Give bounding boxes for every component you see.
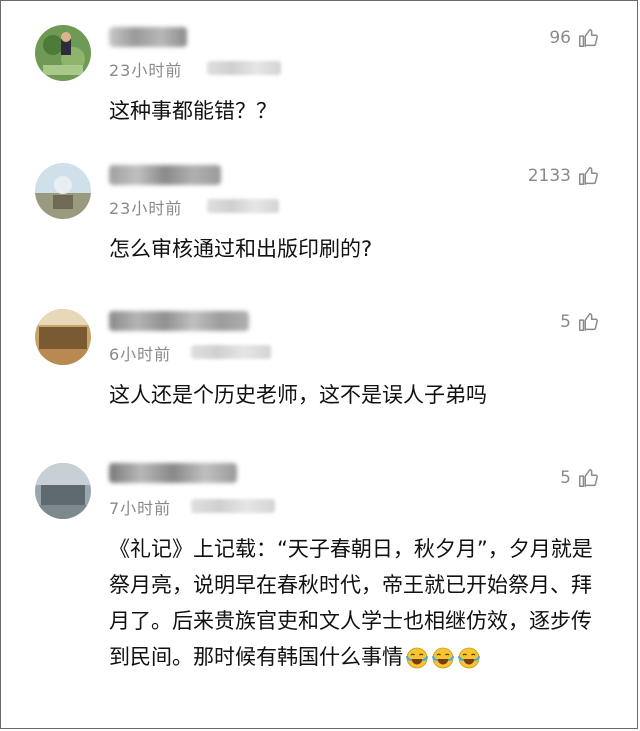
comment-text: 怎么审核通过和出版印刷的?: [109, 237, 373, 261]
comment-time: 23小时前: [109, 61, 183, 80]
username[interactable]: [109, 165, 221, 185]
avatar[interactable]: [35, 309, 91, 365]
like-button[interactable]: 96: [549, 27, 599, 49]
like-count: 2133: [527, 166, 571, 186]
like-count: 96: [549, 28, 571, 48]
comment-time: 6小时前: [109, 345, 172, 364]
like-count: 5: [560, 468, 571, 488]
location: [207, 199, 279, 213]
laughing-crying-emoji-icon: [406, 647, 428, 669]
comment-text-body: 《礼记》上记载：“天子春朝日，秋夕月”，夕月就是祭月亮，说明早在春秋时代，帝王就…: [109, 537, 593, 669]
username[interactable]: [109, 27, 187, 47]
username[interactable]: [109, 463, 237, 483]
laughing-crying-emoji-icon: [432, 647, 454, 669]
comment-time: 7小时前: [109, 499, 172, 518]
emoji-row: [405, 646, 481, 670]
avatar-image-icon: [35, 309, 91, 365]
avatar[interactable]: [35, 163, 91, 219]
comment-text: 《礼记》上记载：“天子春朝日，秋夕月”，夕月就是祭月亮，说明早在春秋时代，帝王就…: [109, 531, 599, 675]
comment-text: 这人还是个历史老师，这不是误人子弟吗: [109, 383, 487, 407]
location: [191, 345, 271, 359]
comment-time: 23小时前: [109, 199, 183, 218]
avatar-image-icon: [35, 163, 91, 219]
thumbs-up-icon: [579, 313, 598, 331]
comment-text: 这种事都能错？？: [109, 99, 277, 123]
username[interactable]: [109, 311, 249, 331]
thumbs-up-icon: [579, 167, 598, 185]
like-button[interactable]: 5: [560, 467, 599, 489]
thumbs-up-icon: [579, 29, 598, 47]
thumbs-up-icon: [579, 469, 598, 487]
comment-list: 23小时前 96 这种事都能错？？ 23小时前 2133 怎么审核通过和出版印刷…: [0, 0, 638, 729]
location: [191, 499, 275, 513]
avatar[interactable]: [35, 463, 91, 519]
like-count: 5: [560, 312, 571, 332]
like-button[interactable]: 5: [560, 311, 599, 333]
avatar-image-icon: [35, 463, 91, 519]
avatar-image-icon: [35, 25, 91, 81]
avatar[interactable]: [35, 25, 91, 81]
location: [207, 61, 281, 75]
like-button[interactable]: 2133: [528, 165, 599, 187]
laughing-crying-emoji-icon: [458, 647, 480, 669]
